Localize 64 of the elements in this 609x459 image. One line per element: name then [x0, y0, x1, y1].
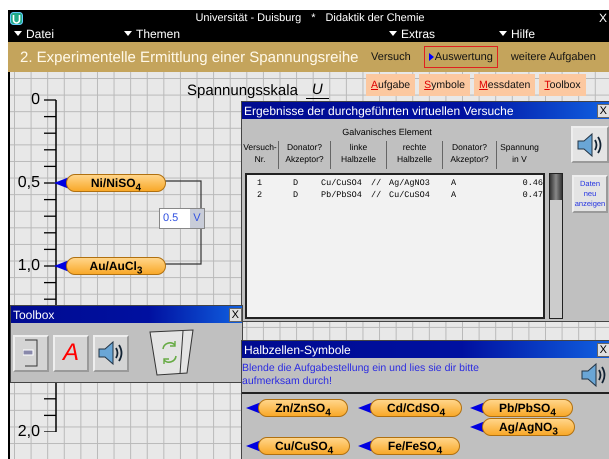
table-cell-text: Cu/CuSO4 [321, 178, 363, 188]
column-header: rechte Halbzelle [386, 141, 442, 169]
table-cell-text: Pb/PbSO4 [321, 190, 363, 200]
triangle-icon [428, 53, 434, 61]
window-title: Halbzellen-Symbole [244, 342, 351, 356]
table-cell-text: 0.46 [522, 178, 543, 188]
recycle-bin-icon[interactable] [149, 329, 195, 377]
column-group-header: Galvanisches Element [341, 127, 433, 139]
toolbar-tab[interactable]: Toolbox [539, 74, 586, 96]
table-cell-text: A [451, 178, 458, 188]
column-header: Versuch- Nr. [242, 141, 278, 166]
column-header: Donator? Akzeptor? [442, 141, 496, 169]
close-button[interactable]: X [228, 308, 242, 322]
window-title: Universität - Duisburg [195, 12, 302, 24]
table-cell-text: // [371, 190, 382, 200]
table-cell-text: A [451, 190, 458, 200]
close-button[interactable]: X [596, 11, 609, 25]
table-cell-text: Ag/AgNO3 [389, 178, 431, 188]
caret-icon [14, 31, 22, 37]
caret-icon [124, 31, 132, 37]
table-cell-text: Cu/CuSO4 [389, 190, 431, 200]
table-cell-text: D [293, 190, 300, 200]
table-cell-text: 1 [257, 178, 264, 188]
window-title: Toolbox [13, 308, 54, 322]
caret-icon [499, 31, 507, 37]
column-header: Spannung in V [496, 141, 542, 169]
table-cell-text: 2 [257, 190, 264, 200]
table-cell-text: D [293, 178, 300, 188]
nav-tab[interactable]: Versuch [366, 46, 416, 68]
scale-label: 0,5 [16, 173, 40, 193]
title-separator: * [311, 12, 316, 24]
column-header: linke Halbzelle [330, 141, 386, 169]
unit-fraction: U [306, 82, 329, 99]
logo-icon [10, 12, 23, 24]
table-cell-text: 0.47 [522, 190, 543, 200]
menu-item[interactable]: Extras [383, 27, 493, 41]
menu-item[interactable]: Themen [118, 27, 383, 41]
nav-tab[interactable]: weitere Aufgaben [506, 46, 601, 68]
table-cell-text: // [371, 178, 382, 188]
nav-tab[interactable]: Auswertung [424, 46, 498, 68]
frame-tool-button[interactable] [13, 334, 49, 372]
speaker-button[interactable] [571, 126, 609, 163]
caret-icon [389, 31, 397, 37]
menu-item[interactable]: Hilfe [493, 27, 536, 41]
hint-text: Blende die Aufgabestellung ein und lies sie dir bitte aufmerksam durch! [242, 362, 480, 388]
frame-icon [23, 339, 39, 367]
scrollbar[interactable] [549, 173, 563, 319]
scale-title: Spannungsskala [187, 82, 298, 99]
window-subtitle: Didaktik der Chemie [325, 12, 425, 24]
page-title: 2. Experimentelle Ermittlung einer Spannungsreihe [20, 48, 360, 66]
column-header: Donator? Akzeptor? [278, 141, 330, 169]
speaker-icon[interactable] [580, 362, 608, 388]
scale-label: 1,0 [16, 256, 40, 276]
scale-label: 0 [30, 90, 40, 110]
toolbar-tab[interactable]: Aufgabe [366, 74, 416, 96]
scale-label: 2,0 [16, 422, 40, 442]
window-title: Ergebnisse der durchgeführten virtuellen Versuche [244, 104, 514, 118]
toolbar-tab[interactable]: Messdaten [474, 74, 536, 96]
speaker-button[interactable] [93, 334, 129, 372]
close-button[interactable]: X [596, 104, 609, 118]
close-button[interactable]: X [596, 342, 609, 356]
menu-item[interactable]: Datei [8, 27, 118, 41]
toolbar-tab[interactable]: Symbole [419, 74, 470, 96]
voltage-field[interactable]: 0.5 V [159, 208, 205, 229]
